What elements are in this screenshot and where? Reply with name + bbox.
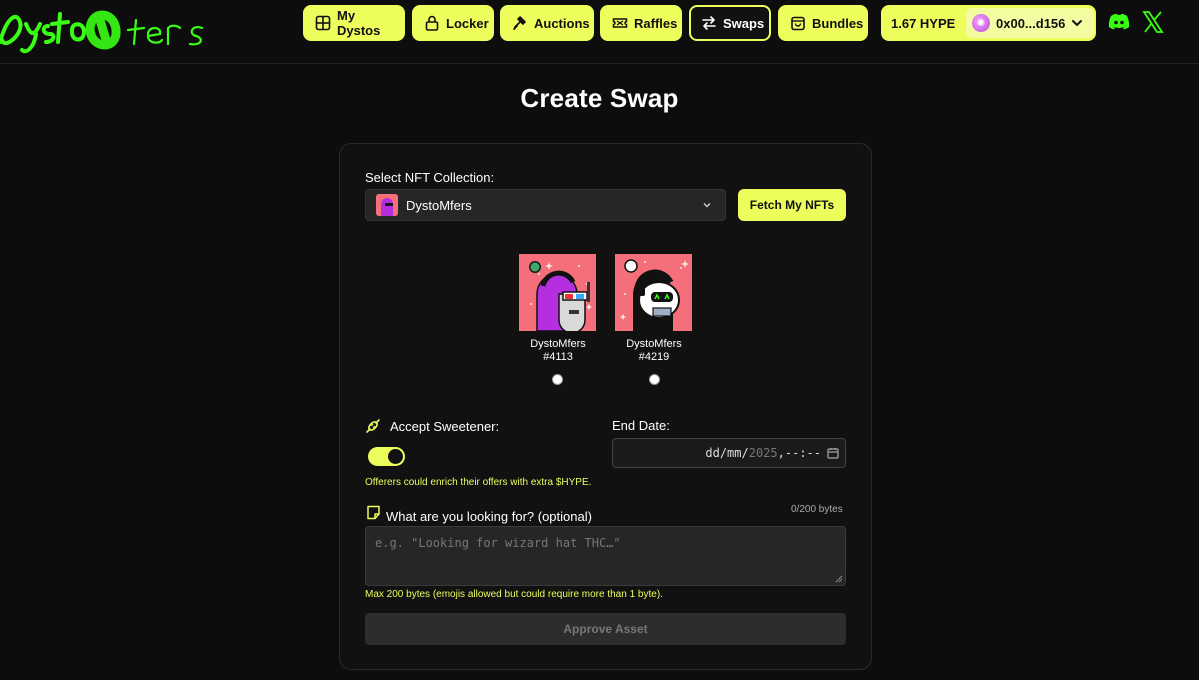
date-time: --:-- <box>784 446 821 460</box>
top-header: My Dystos Locker Auctions Raffles Swaps … <box>0 0 1199 64</box>
gavel-icon <box>513 16 526 30</box>
grid-icon <box>315 15 331 31</box>
date-dd: dd <box>705 446 720 460</box>
nft-radio-4113[interactable] <box>552 374 563 385</box>
textarea-placeholder: e.g. "Looking for wizard hat THC…" <box>375 536 621 550</box>
nav-my-dystos[interactable]: My Dystos <box>303 5 405 41</box>
discord-icon[interactable] <box>1107 10 1131 34</box>
chevron-down-icon <box>1072 20 1083 27</box>
nft-id: #4219 <box>638 351 670 363</box>
page-title: Create Swap <box>520 83 679 113</box>
dystomfers-logo[interactable] <box>0 0 226 60</box>
candy-icon <box>366 419 380 433</box>
nav-swaps[interactable]: Swaps <box>689 5 771 41</box>
nav-locker[interactable]: Locker <box>412 5 494 41</box>
nft-collection: DystoMfers <box>530 338 586 350</box>
collection-label: Select NFT Collection: <box>365 170 495 185</box>
date-year: 2025 <box>748 446 778 460</box>
date-mm: mm <box>727 446 742 460</box>
nav-label: Bundles <box>812 15 864 31</box>
nft-collection: DystoMfers <box>626 338 682 350</box>
ticket-icon <box>612 18 628 28</box>
nft-image <box>615 254 692 331</box>
looking-label: What are you looking for? (optional) <box>386 509 592 524</box>
sweetener-label: Accept Sweetener: <box>390 419 500 434</box>
wallet-widget[interactable]: 1.67 HYPE ✺ 0x00...d156 <box>881 5 1096 41</box>
nav-raffles[interactable]: Raffles <box>600 5 682 41</box>
note-icon <box>367 505 380 520</box>
toggle-knob <box>388 449 403 464</box>
nav-label: Raffles <box>634 15 678 31</box>
calendar-icon[interactable] <box>827 447 839 459</box>
nav-label: My Dystos <box>337 8 381 38</box>
looking-for-textarea[interactable]: e.g. "Looking for wizard hat THC…" <box>365 526 846 586</box>
nft-card[interactable]: DystoMfers #4219 <box>615 254 693 364</box>
bag-icon <box>791 16 805 31</box>
wallet-address: 0x00...d156 <box>996 15 1066 31</box>
nft-name: DystoMfers #4219 <box>615 338 693 364</box>
wallet-balance: 1.67 HYPE <box>891 15 956 31</box>
collection-select[interactable]: DystoMfers <box>365 189 726 221</box>
nav-label: Auctions <box>534 15 590 31</box>
wallet-avatar-icon: ✺ <box>972 14 990 32</box>
sweetener-toggle[interactable] <box>368 447 405 466</box>
collection-selected: DystoMfers <box>406 197 472 213</box>
byte-counter: 0/200 bytes <box>791 504 843 515</box>
chevron-down-icon <box>703 203 711 208</box>
collection-thumbnail <box>376 194 398 216</box>
nft-card[interactable]: DystoMfers #4113 <box>519 254 597 364</box>
x-icon[interactable] <box>1141 10 1165 34</box>
wallet-address-button[interactable]: ✺ 0x00...d156 <box>966 8 1094 38</box>
nav-auctions[interactable]: Auctions <box>500 5 594 41</box>
sweetener-hint: Offerers could enrich their offers with … <box>365 477 592 488</box>
nft-name: DystoMfers #4113 <box>519 338 597 364</box>
fetch-nfts-button[interactable]: Fetch My NFTs <box>738 189 846 221</box>
lock-icon <box>425 15 439 31</box>
nft-image <box>519 254 596 331</box>
nft-id: #4113 <box>543 351 573 363</box>
approve-asset-button[interactable]: Approve Asset <box>365 613 846 645</box>
max-bytes-hint: Max 200 bytes (emojis allowed but could … <box>365 589 663 600</box>
swap-arrows-icon <box>702 16 716 30</box>
nav-bundles[interactable]: Bundles <box>778 5 868 41</box>
end-date-input[interactable]: dd / mm/2025, --:-- <box>612 438 846 468</box>
end-date-label: End Date: <box>612 418 670 433</box>
nav-label: Swaps <box>723 15 765 31</box>
nft-radio-4219[interactable] <box>649 374 660 385</box>
resize-handle-icon[interactable] <box>835 575 843 583</box>
nav-label: Locker <box>446 15 489 31</box>
